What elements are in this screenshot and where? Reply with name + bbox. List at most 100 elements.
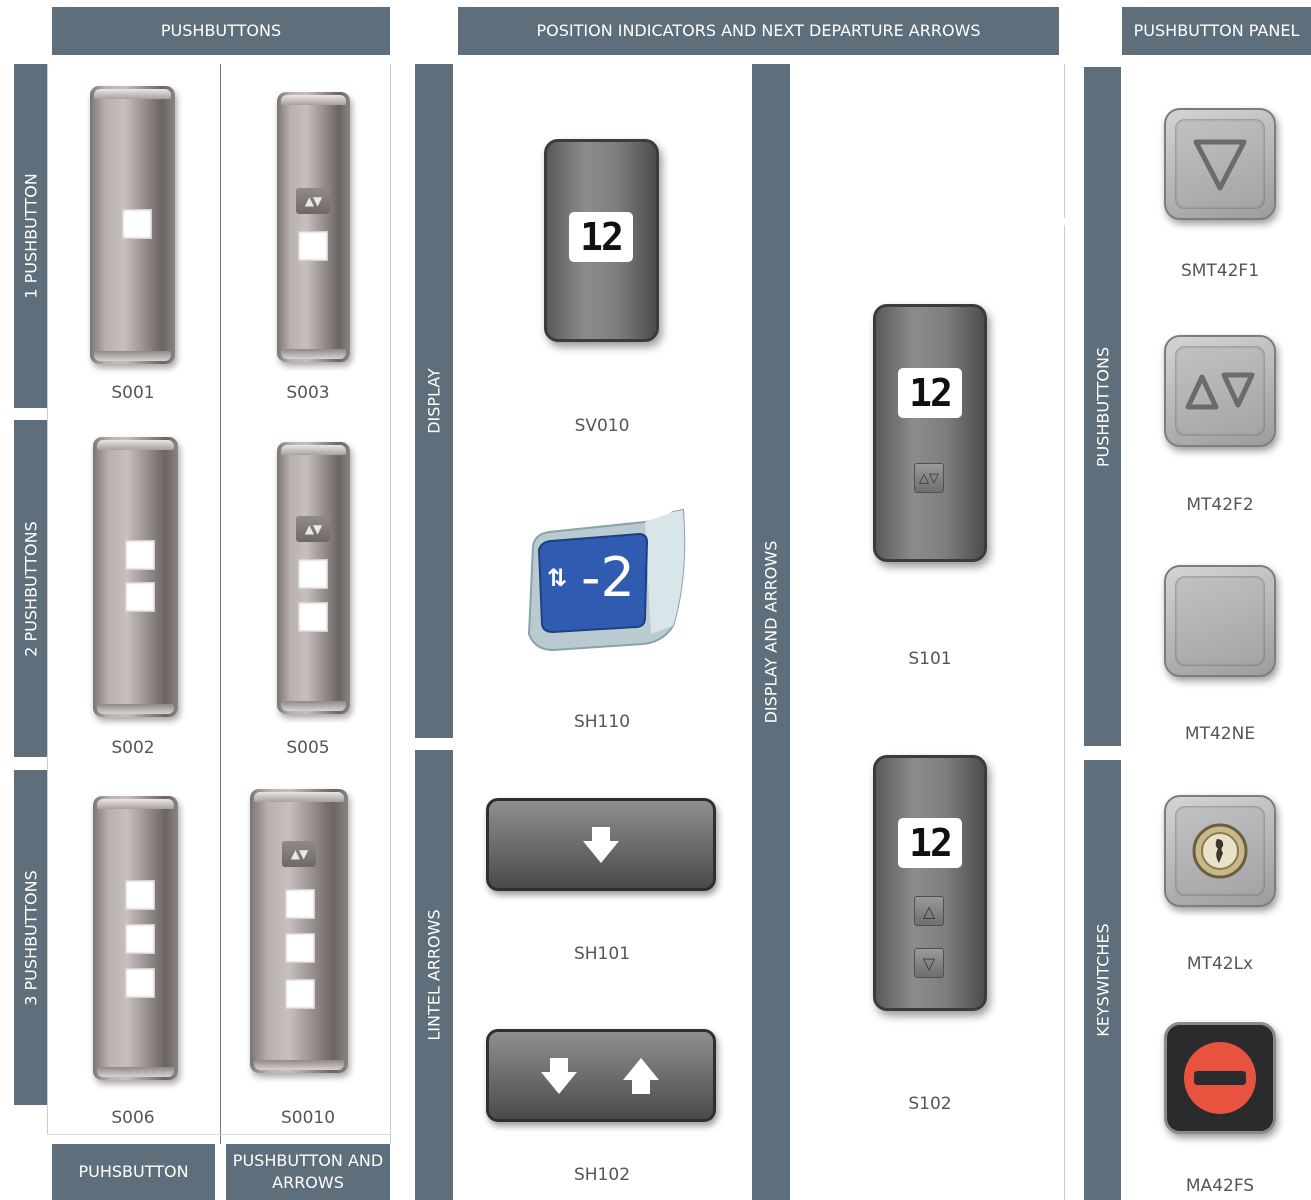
s005-plate: ▲▼: [277, 442, 350, 714]
divider: [1064, 225, 1065, 1200]
caption-s102: S102: [908, 1094, 952, 1114]
side-panel-pushbuttons: PUSHBUTTONS: [1084, 67, 1121, 746]
down-arrow-icon: [583, 827, 619, 863]
side-display-label: DISPLAY: [424, 368, 444, 434]
down-arrow-icon: ▽: [914, 948, 944, 978]
side-display: DISPLAY: [415, 64, 453, 738]
caption-mt42f2: MT42F2: [1186, 495, 1254, 515]
footer-pushbutton-and-arrows-line2: ARROWS: [272, 1173, 344, 1192]
smt42f1-button[interactable]: [1164, 108, 1276, 220]
floor-display: 12: [898, 818, 962, 868]
call-button-3[interactable]: [285, 979, 315, 1009]
mt42f2-face: [1175, 346, 1265, 436]
header-pushbuttons: PUSHBUTTONS: [52, 7, 390, 55]
caption-sh102: SH102: [573, 1165, 631, 1185]
caption-s003: S003: [286, 383, 330, 403]
sh110-indicator: ⇅ -2: [523, 506, 687, 652]
s0010-plate: ▲▼: [250, 789, 348, 1073]
down-arrow-icon: [541, 1058, 577, 1094]
up-down-arrows-icon: ▲▼: [296, 188, 330, 214]
no-entry-icon: [1184, 1042, 1256, 1114]
s003-plate: ▲▼: [277, 92, 350, 362]
divider: [220, 64, 221, 1144]
sv010-indicator: 12: [544, 139, 659, 342]
up-down-arrows-icon: ▲▼: [282, 841, 316, 867]
header-pushbutton-panel: PUSHBUTTON PANEL: [1122, 7, 1311, 55]
side-3-pushbuttons-label: 3 PUSHBUTTONS: [21, 869, 40, 1006]
up-arrow-icon: △: [914, 896, 944, 926]
caption-s006: S006: [111, 1108, 155, 1128]
mt42lx-face: [1175, 806, 1265, 896]
s006-plate: [93, 796, 178, 1080]
side-keyswitches-label: KEYSWITCHES: [1093, 923, 1112, 1037]
caption-s001: S001: [111, 383, 155, 403]
caption-mt42ne: MT42NE: [1184, 724, 1256, 744]
side-panel-pushbuttons-label: PUSHBUTTONS: [1093, 346, 1112, 467]
floor-display: 12: [569, 212, 633, 262]
s102-indicator: 12 △ ▽: [873, 755, 987, 1011]
call-button-2[interactable]: [298, 602, 328, 632]
caption-s005: S005: [286, 738, 330, 758]
divider: [47, 64, 48, 1134]
mt42ne-face: [1175, 576, 1265, 666]
header-pushbuttons-label: PUSHBUTTONS: [160, 21, 282, 41]
footer-puhsbutton: PUHSBUTTON: [52, 1144, 215, 1200]
divider: [390, 64, 391, 1144]
call-button-1[interactable]: [298, 559, 328, 589]
caption-sh110: SH110: [573, 712, 631, 732]
s002-plate: [93, 437, 178, 717]
mt42ne-button[interactable]: [1164, 565, 1276, 677]
caption-s002: S002: [111, 738, 155, 758]
header-pushbutton-panel-label: PUSHBUTTON PANEL: [1133, 21, 1300, 41]
s101-indicator: 12 △▽: [873, 304, 987, 562]
caption-ma42fs: MA42FS: [1185, 1176, 1255, 1196]
side-1-pushbutton-label: 1 PUSHBUTTON: [21, 173, 40, 299]
caption-mt42lx: MT42Lx: [1186, 954, 1254, 974]
call-button-1[interactable]: [285, 889, 315, 919]
call-button-2[interactable]: [285, 933, 315, 963]
side-display-and-arrows-label: DISPLAY AND ARROWS: [761, 540, 781, 724]
up-arrow-icon: [623, 1058, 659, 1094]
side-keyswitches: KEYSWITCHES: [1084, 760, 1121, 1200]
call-button[interactable]: [298, 231, 328, 261]
down-arrow-icon: [1193, 139, 1247, 191]
ma42fs-button[interactable]: [1164, 1022, 1276, 1134]
floor-display: -2: [581, 546, 635, 609]
side-display-and-arrows: DISPLAY AND ARROWS: [752, 64, 790, 1200]
side-1-pushbutton: 1 PUSHBUTTON: [14, 64, 47, 408]
call-button[interactable]: [122, 209, 152, 239]
footer-pushbutton-and-arrows: PUSHBUTTON AND ARROWS: [226, 1144, 390, 1200]
up-down-arrows-icon: △▽: [914, 463, 944, 493]
sh101-lintel: [486, 798, 716, 891]
side-2-pushbuttons: 2 PUSHBUTTONS: [14, 420, 47, 757]
divider: [1064, 64, 1065, 218]
footer-pushbutton-and-arrows-line1: PUSHBUTTON AND: [232, 1151, 384, 1171]
mt42lx-keyswitch[interactable]: [1164, 795, 1276, 907]
up-down-arrows-icon: [1185, 372, 1255, 410]
side-2-pushbuttons-label: 2 PUSHBUTTONS: [21, 520, 40, 657]
sh102-lintel: [486, 1029, 716, 1122]
divider: [47, 1134, 390, 1135]
s001-plate: [90, 86, 175, 364]
up-down-arrows-icon: ⇅: [547, 564, 568, 592]
footer-puhsbutton-label: PUHSBUTTON: [78, 1162, 189, 1182]
mt42f2-button[interactable]: [1164, 335, 1276, 447]
caption-sh101: SH101: [573, 944, 631, 964]
floor-display: 12: [898, 368, 962, 418]
call-button-1[interactable]: [125, 540, 155, 570]
caption-s0010: S0010: [280, 1108, 336, 1128]
call-button-2[interactable]: [125, 924, 155, 954]
side-3-pushbuttons: 3 PUSHBUTTONS: [14, 770, 47, 1105]
smt42f1-face: [1175, 119, 1265, 209]
header-position-indicators: POSITION INDICATORS AND NEXT DEPARTURE A…: [458, 7, 1059, 55]
key-icon: [1192, 823, 1248, 879]
caption-sv010: SV010: [574, 416, 630, 436]
caption-s101: S101: [908, 649, 952, 669]
up-down-arrows-icon: ▲▼: [296, 516, 330, 542]
side-lintel-arrows-label: LINTEL ARROWS: [424, 909, 444, 1041]
call-button-3[interactable]: [125, 968, 155, 998]
call-button-2[interactable]: [125, 582, 155, 612]
side-lintel-arrows: LINTEL ARROWS: [415, 750, 453, 1200]
call-button-1[interactable]: [125, 880, 155, 910]
header-position-indicators-label: POSITION INDICATORS AND NEXT DEPARTURE A…: [536, 21, 981, 41]
